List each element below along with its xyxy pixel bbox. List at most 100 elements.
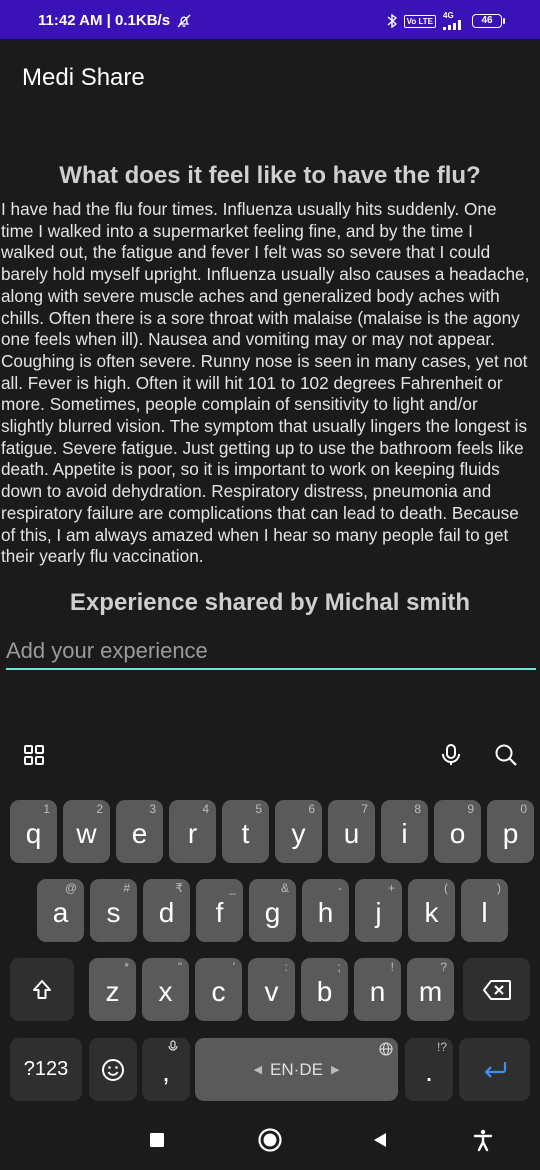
key-hint: 9 bbox=[467, 802, 474, 816]
emoji-key[interactable] bbox=[89, 1038, 137, 1101]
key-char: a bbox=[52, 896, 69, 928]
key-char: t bbox=[241, 817, 250, 849]
key-hint: @ bbox=[64, 881, 77, 895]
key-char: s bbox=[106, 896, 121, 928]
key-1[interactable]: " x bbox=[142, 958, 189, 1021]
key-5[interactable]: ! n bbox=[354, 958, 401, 1021]
key-char: g bbox=[264, 896, 281, 928]
key-3[interactable]: _ f bbox=[196, 879, 243, 942]
search-icon[interactable] bbox=[491, 740, 521, 770]
accessibility-icon[interactable] bbox=[469, 1126, 497, 1154]
backspace-key[interactable] bbox=[463, 958, 530, 1021]
key-hint: 2 bbox=[96, 802, 103, 816]
apps-grid-icon[interactable] bbox=[19, 740, 49, 770]
key-hint: ! bbox=[390, 960, 394, 974]
key-7[interactable]: 8i bbox=[381, 800, 428, 863]
key-9[interactable]: 0p bbox=[487, 800, 534, 863]
chevron-left-icon: ◀ bbox=[253, 1064, 263, 1076]
key-6[interactable]: 7u bbox=[328, 800, 375, 863]
chevron-right-icon: ▶ bbox=[330, 1064, 340, 1076]
microphone-icon[interactable] bbox=[436, 740, 466, 770]
space-key[interactable]: ◀ EN·DE ▶ bbox=[195, 1038, 398, 1101]
key-hint: + bbox=[387, 881, 395, 895]
key-char: d bbox=[158, 896, 175, 928]
key-hint: 1 bbox=[43, 802, 50, 816]
key-char: b bbox=[316, 975, 333, 1007]
status-right: Vo LTE 4G 46 bbox=[387, 11, 505, 30]
key-1[interactable]: 2w bbox=[63, 800, 110, 863]
key-char: r bbox=[187, 817, 198, 849]
key-hint: & bbox=[280, 881, 289, 895]
key-6[interactable]: + j bbox=[355, 879, 402, 942]
key-4[interactable]: 5t bbox=[222, 800, 269, 863]
period-hint: !? bbox=[436, 1040, 447, 1054]
keyboard: ?123 , ◀ EN·DE ▶ !? . 1q2w3e4r5t6y7u8i9o… bbox=[0, 718, 540, 1170]
comma-key[interactable]: , bbox=[142, 1038, 190, 1101]
status-bar: 11:42 AM | 0.1KB/s Vo LTE 4G 46 bbox=[0, 0, 540, 39]
key-hint: - bbox=[338, 881, 342, 895]
key-5[interactable]: -h bbox=[302, 879, 349, 942]
status-time: 11:42 AM | 0.1KB/s bbox=[38, 12, 171, 29]
key-2[interactable]: ' c bbox=[195, 958, 242, 1021]
key-5[interactable]: 6y bbox=[275, 800, 322, 863]
symbols-key[interactable]: ?123 bbox=[10, 1038, 82, 1101]
key-char: z bbox=[105, 975, 120, 1007]
recent-apps-icon[interactable] bbox=[143, 1126, 171, 1154]
key-char: w bbox=[76, 817, 97, 849]
key-hint: ? bbox=[440, 960, 447, 974]
key-hint: * bbox=[124, 960, 129, 974]
period-char: . bbox=[425, 1055, 433, 1087]
key-3[interactable]: :v bbox=[248, 958, 295, 1021]
post-title: What does it feel like to have the flu? bbox=[59, 162, 481, 189]
key-char: o bbox=[449, 817, 466, 849]
key-hint: ' bbox=[232, 960, 235, 974]
key-char: c bbox=[211, 975, 226, 1007]
comma-char: , bbox=[162, 1055, 170, 1087]
volte-badge: Vo LTE bbox=[403, 14, 436, 28]
key-8[interactable]: ) l bbox=[461, 879, 508, 942]
bluetooth-icon bbox=[387, 13, 397, 29]
key-hint: 0 bbox=[520, 802, 527, 816]
key-0[interactable]: @ a bbox=[37, 879, 84, 942]
key-8[interactable]: 9o bbox=[434, 800, 481, 863]
key-char: n bbox=[369, 975, 386, 1007]
app-title: Medi Share bbox=[22, 64, 145, 91]
space-language-label: EN·DE bbox=[270, 1059, 323, 1079]
key-hint: ( bbox=[444, 881, 448, 895]
key-char: p bbox=[502, 817, 519, 849]
network-type: 4G bbox=[443, 11, 454, 20]
key-2[interactable]: 3e bbox=[116, 800, 163, 863]
key-hint: 6 bbox=[308, 802, 315, 816]
period-key[interactable]: !? . bbox=[405, 1038, 453, 1101]
navigation-bar bbox=[0, 1108, 540, 1170]
key-char: m bbox=[418, 975, 443, 1007]
key-char: f bbox=[215, 896, 224, 928]
key-3[interactable]: 4r bbox=[169, 800, 216, 863]
space-language: ◀ EN·DE ▶ bbox=[254, 1060, 340, 1080]
shared-by-label: Experience shared by Michal smith bbox=[69, 589, 471, 616]
experience-input[interactable] bbox=[6, 634, 536, 670]
key-2[interactable]: ₹ d bbox=[143, 879, 190, 942]
key-4[interactable]: ; b bbox=[301, 958, 348, 1021]
post-body: I have had the flu four times. Influenza… bbox=[1, 199, 530, 567]
key-0[interactable]: * z bbox=[89, 958, 136, 1021]
enter-key[interactable] bbox=[459, 1038, 530, 1101]
key-0[interactable]: 1q bbox=[10, 800, 57, 863]
key-7[interactable]: (k bbox=[408, 879, 455, 942]
key-1[interactable]: # s bbox=[90, 879, 137, 942]
back-icon[interactable] bbox=[366, 1126, 394, 1154]
home-icon[interactable] bbox=[256, 1126, 284, 1154]
keyboard-toolbar bbox=[0, 718, 540, 794]
key-hint: : bbox=[284, 960, 288, 974]
shift-key[interactable] bbox=[10, 958, 74, 1021]
key-4[interactable]: & g bbox=[249, 879, 296, 942]
key-hint: ₹ bbox=[175, 881, 183, 895]
key-char: i bbox=[401, 817, 408, 849]
key-char: v bbox=[264, 975, 279, 1007]
key-hint: 5 bbox=[255, 802, 262, 816]
key-char: x bbox=[158, 975, 173, 1007]
mic-small-icon bbox=[168, 1040, 178, 1055]
key-char: q bbox=[25, 817, 42, 849]
key-6[interactable]: ? m bbox=[407, 958, 454, 1021]
key-hint: ) bbox=[497, 881, 501, 895]
